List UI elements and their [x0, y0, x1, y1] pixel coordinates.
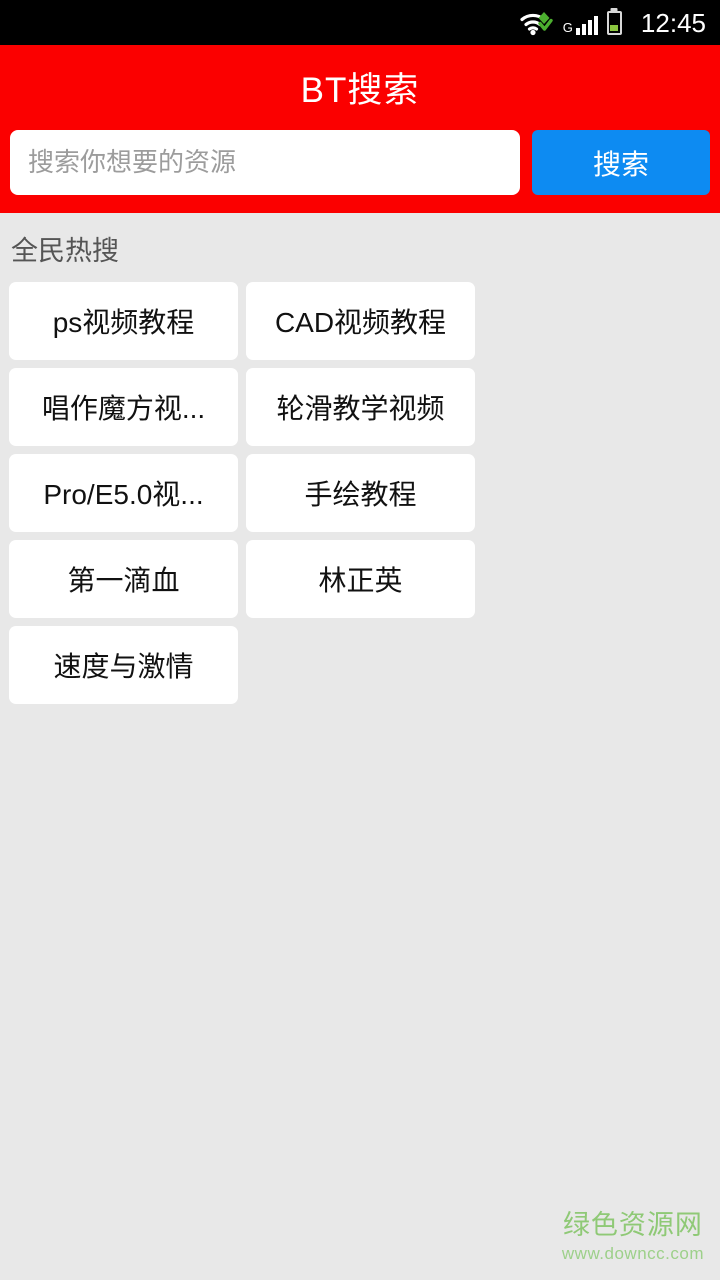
- hot-tag[interactable]: 唱作魔方视...: [9, 368, 238, 446]
- signal-bar: [575, 27, 580, 35]
- hot-search-grid: ps视频教程 CAD视频教程 唱作魔方视... 轮滑教学视频 Pro/E5.0视…: [9, 282, 711, 704]
- hot-tag[interactable]: 手绘教程: [246, 454, 475, 532]
- watermark-url: www.downcc.com: [561, 1244, 704, 1263]
- search-input[interactable]: [10, 130, 520, 195]
- app-screen: G 12:45 BT搜索 搜索 全民热搜 ps视频教程 CAD视频教程: [0, 0, 720, 1280]
- status-bar: G 12:45: [0, 0, 720, 45]
- signal-bar: [581, 23, 586, 35]
- content-area: 全民热搜 ps视频教程 CAD视频教程 唱作魔方视... 轮滑教学视频 Pro/…: [0, 213, 720, 1280]
- watermark: 绿色资源网 www.downcc.com: [562, 1203, 704, 1264]
- hot-tag[interactable]: 林正英: [246, 540, 475, 618]
- hot-section-title: 全民热搜: [11, 236, 119, 266]
- app-header: BT搜索 搜索: [0, 45, 720, 213]
- battery-fill: [610, 24, 619, 31]
- title-bar: BT搜索: [0, 45, 720, 130]
- status-bar-clock: 12:45: [640, 7, 706, 38]
- search-bar: 搜索: [0, 130, 720, 205]
- hot-tag[interactable]: CAD视频教程: [246, 282, 475, 360]
- page-title: BT搜索: [300, 71, 420, 110]
- signal-bar: [587, 19, 592, 35]
- wifi-icon: [518, 10, 554, 36]
- hot-tag[interactable]: 轮滑教学视频: [246, 368, 475, 446]
- hot-tag[interactable]: 速度与激情: [9, 626, 238, 704]
- search-button[interactable]: 搜索: [532, 130, 710, 195]
- hot-tag[interactable]: Pro/E5.0视...: [9, 454, 238, 532]
- hot-tag[interactable]: ps视频教程: [9, 282, 238, 360]
- battery-icon: [606, 10, 622, 35]
- signal-icon: G: [563, 11, 598, 35]
- status-bar-icons: G 12:45: [518, 10, 706, 36]
- hot-tag[interactable]: 第一滴血: [9, 540, 238, 618]
- watermark-title: 绿色资源网: [562, 1210, 703, 1240]
- network-type-label: G: [562, 19, 573, 35]
- signal-bar: [593, 15, 598, 35]
